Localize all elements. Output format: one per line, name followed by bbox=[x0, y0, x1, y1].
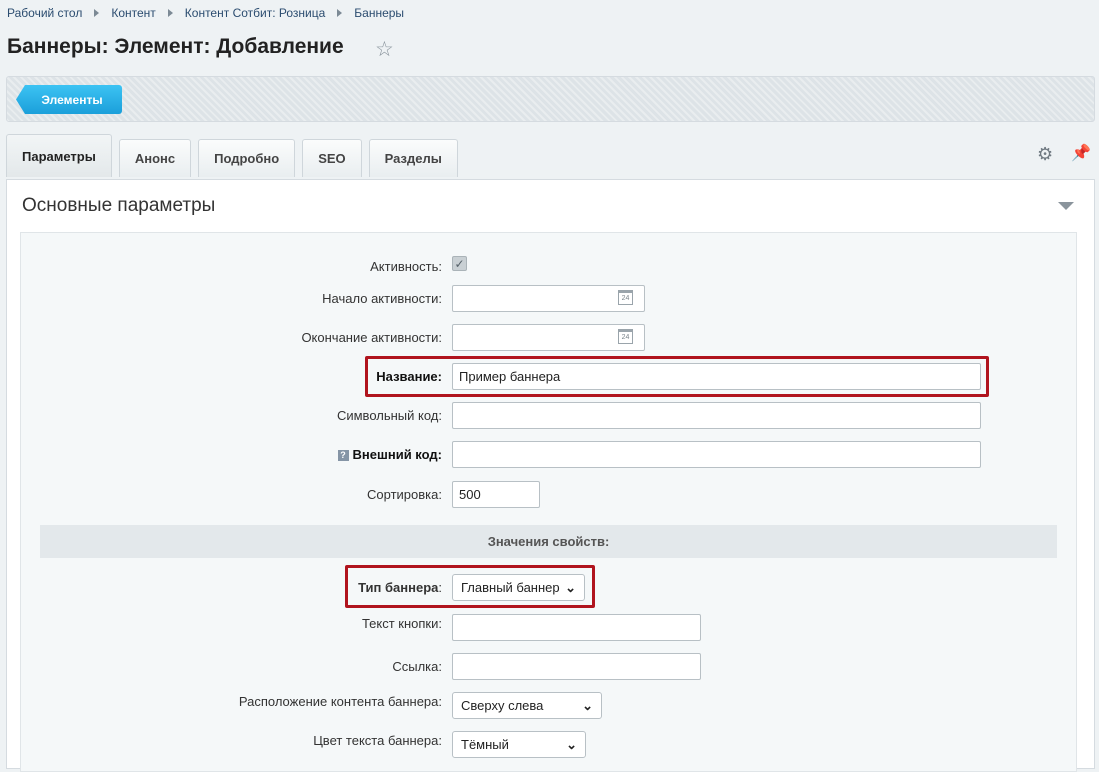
elements-back-button[interactable]: Элементы bbox=[16, 85, 122, 114]
banner-type-label-wrap: Тип баннера: bbox=[358, 580, 442, 595]
banner-type-label: Тип баннера bbox=[358, 580, 439, 595]
row-active: Активность: ✓ bbox=[21, 253, 1076, 281]
external-code-label: Внешний код: bbox=[352, 447, 442, 462]
calendar-icon[interactable]: 24 bbox=[618, 290, 633, 305]
name-label: Название: bbox=[376, 369, 442, 384]
end-date-input[interactable] bbox=[452, 324, 645, 351]
row-name: Название: bbox=[21, 363, 1076, 391]
breadcrumb-desktop[interactable]: Рабочий стол bbox=[7, 6, 82, 20]
link-label: Ссылка: bbox=[392, 659, 442, 674]
main-panel: Основные параметры Активность: ✓ Начало … bbox=[6, 179, 1095, 772]
chevron-down-icon: ⌄ bbox=[566, 736, 577, 752]
button-text-input[interactable] bbox=[452, 614, 701, 641]
row-start-date: Начало активности: 24 bbox=[21, 285, 1076, 313]
text-color-label: Цвет текста баннера: bbox=[313, 733, 442, 748]
banner-type-select[interactable]: Главный баннер ⌄ bbox=[452, 574, 585, 601]
breadcrumb-sotbit-content[interactable]: Контент Сотбит: Розница bbox=[185, 6, 326, 20]
banner-type-value: Главный баннер bbox=[461, 580, 560, 595]
external-code-input[interactable] bbox=[452, 441, 981, 468]
gear-icon[interactable]: ⚙ bbox=[1037, 144, 1053, 165]
start-date-label: Начало активности: bbox=[322, 291, 442, 306]
calendar-icon[interactable]: 24 bbox=[618, 329, 633, 344]
breadcrumb-content[interactable]: Контент bbox=[111, 6, 155, 20]
active-label: Активность: bbox=[370, 259, 442, 274]
content-position-value: Сверху слева bbox=[461, 698, 544, 713]
sort-label: Сортировка: bbox=[367, 487, 442, 502]
banner-type-colon: : bbox=[438, 580, 442, 595]
tab-sections[interactable]: Разделы bbox=[368, 139, 458, 177]
code-label: Символьный код: bbox=[336, 408, 442, 423]
start-date-input[interactable] bbox=[452, 285, 645, 312]
end-date-label: Окончание активности: bbox=[301, 330, 442, 345]
section-title: Основные параметры bbox=[22, 195, 216, 216]
content-position-label: Расположение контента баннера: bbox=[238, 694, 442, 709]
text-color-select[interactable]: Тёмный ⌄ bbox=[452, 731, 586, 758]
row-button-text: Текст кнопки: bbox=[21, 614, 1076, 642]
sort-input[interactable] bbox=[452, 481, 540, 508]
collapse-icon[interactable] bbox=[1058, 202, 1074, 210]
help-icon[interactable]: ? bbox=[337, 450, 349, 461]
tab-seo[interactable]: SEO bbox=[302, 139, 362, 177]
link-input[interactable] bbox=[452, 653, 701, 680]
breadcrumb: Рабочий стол Контент Контент Сотбит: Роз… bbox=[7, 6, 404, 20]
tab-bar: Параметры Анонс Подробно SEO Разделы bbox=[6, 134, 465, 180]
row-end-date: Окончание активности: 24 bbox=[21, 324, 1076, 352]
chevron-right-icon bbox=[167, 9, 173, 17]
row-banner-type: Тип баннера: Главный баннер ⌄ bbox=[21, 574, 1076, 602]
star-icon[interactable]: ☆ bbox=[375, 37, 394, 62]
chevron-down-icon: ⌄ bbox=[565, 579, 576, 595]
properties-header: Значения свойств: bbox=[40, 525, 1057, 558]
breadcrumb-banners[interactable]: Баннеры bbox=[354, 6, 404, 20]
code-input[interactable] bbox=[452, 402, 981, 429]
text-color-value: Тёмный bbox=[461, 737, 509, 752]
row-content-position: Расположение контента баннера: Сверху сл… bbox=[21, 692, 1076, 720]
content-position-select[interactable]: Сверху слева ⌄ bbox=[452, 692, 602, 719]
page-title: Баннеры: Элемент: Добавление bbox=[7, 35, 344, 58]
row-code: Символьный код: bbox=[21, 402, 1076, 430]
pin-icon[interactable]: 📌 bbox=[1071, 143, 1091, 163]
tab-details[interactable]: Подробно bbox=[198, 139, 296, 177]
toolbar: Элементы bbox=[6, 76, 1095, 122]
row-link: Ссылка: bbox=[21, 653, 1076, 681]
form-area: Активность: ✓ Начало активности: 24 Окон… bbox=[20, 232, 1077, 772]
tab-parameters[interactable]: Параметры bbox=[6, 134, 112, 177]
row-sort: Сортировка: bbox=[21, 481, 1076, 509]
check-icon: ✓ bbox=[454, 256, 465, 271]
external-code-label-wrap: ? Внешний код: bbox=[337, 447, 442, 462]
active-checkbox[interactable]: ✓ bbox=[452, 256, 467, 271]
chevron-right-icon bbox=[337, 9, 343, 17]
tab-announce[interactable]: Анонс bbox=[118, 139, 192, 177]
name-input[interactable] bbox=[452, 363, 981, 390]
row-external-code: ? Внешний код: bbox=[21, 441, 1076, 469]
button-text-label: Текст кнопки: bbox=[361, 616, 442, 631]
chevron-down-icon: ⌄ bbox=[582, 697, 593, 713]
chevron-right-icon bbox=[94, 9, 100, 17]
